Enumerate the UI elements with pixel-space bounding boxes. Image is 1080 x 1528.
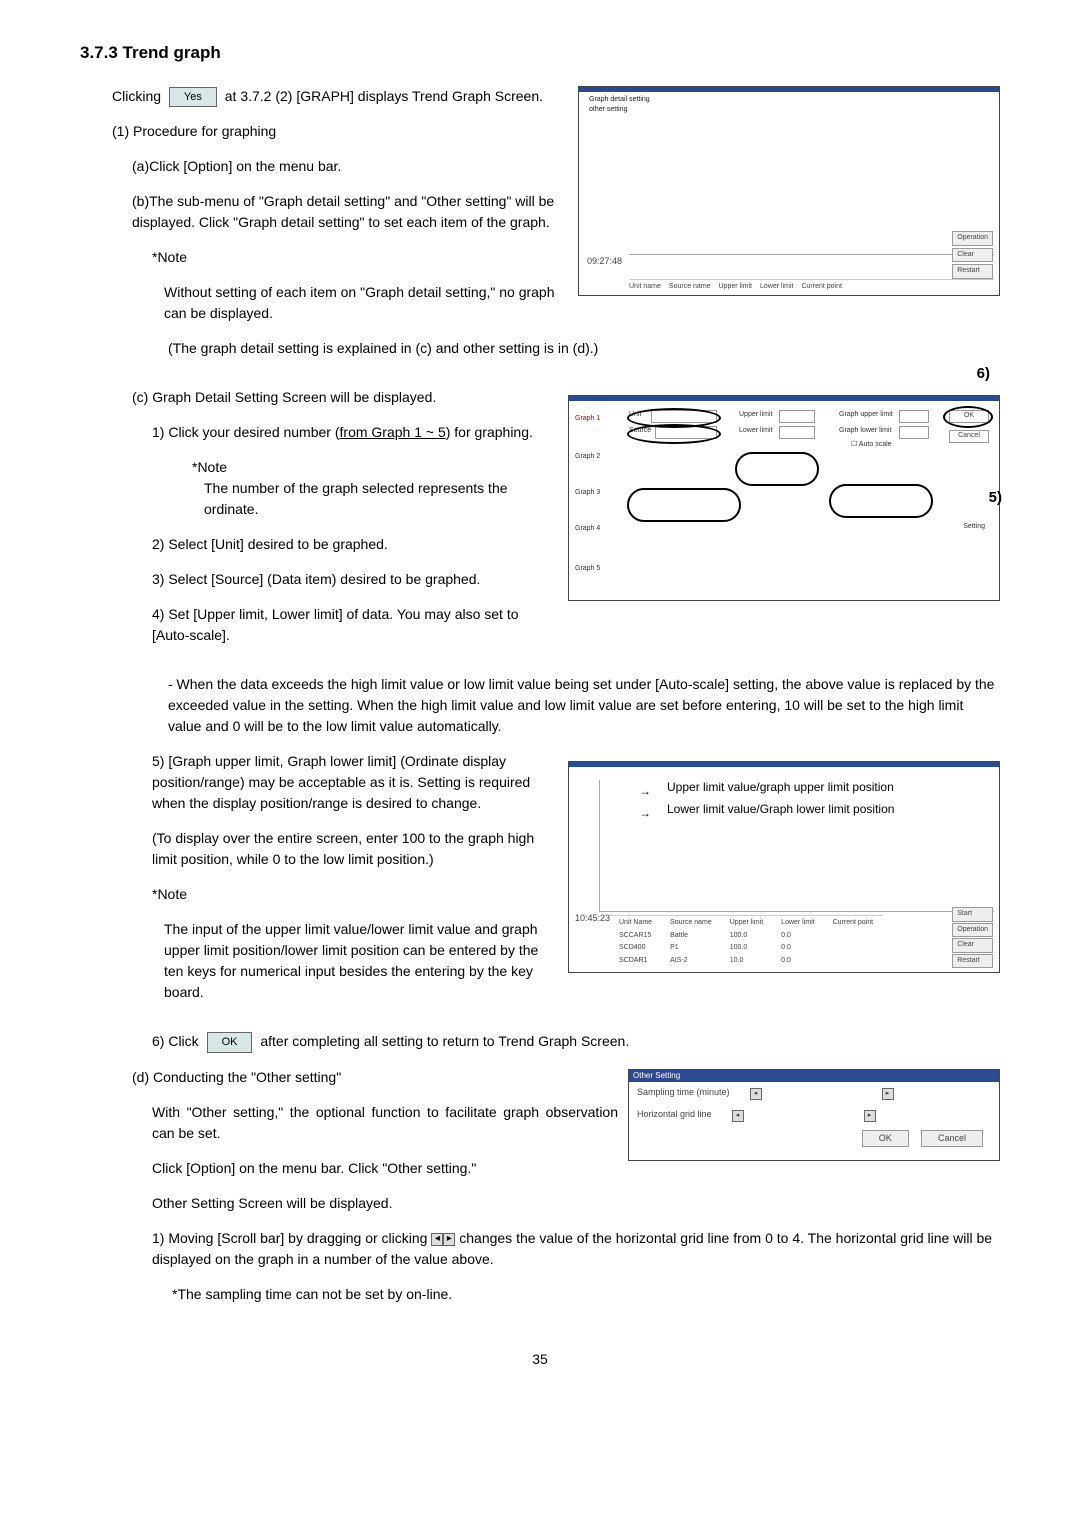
table-row: SCDAR1AIS-210.00.0 — [611, 956, 881, 967]
hdr-unit: Unit Name — [611, 918, 660, 929]
step-c2: 2) Select [Unit] desired to be graphed. — [152, 534, 562, 555]
step-c4: 4) Set [Upper limit, Lower limit] of dat… — [152, 604, 562, 646]
c1-note-body: The number of the graph selected represe… — [204, 478, 562, 520]
restart2-button[interactable]: Restart — [952, 954, 993, 969]
table-row: SCD400P1100.00.0 — [611, 943, 881, 954]
graph-upper-field[interactable] — [899, 410, 929, 423]
c5-note-body: The input of the upper limit value/lower… — [164, 919, 592, 1003]
option-submenu: Graph detail setting other setting — [589, 95, 650, 116]
other-ok-button[interactable]: OK — [862, 1130, 909, 1148]
hdr-current: Current point — [825, 918, 881, 929]
clear2-button[interactable]: Clear — [952, 938, 993, 953]
scroll-right-icon[interactable]: ▸ — [443, 1233, 455, 1246]
yes-button[interactable]: Yes — [169, 87, 217, 108]
trend-with-limits-screenshot: → Upper limit value/graph upper limit po… — [568, 761, 1000, 973]
step-c6: 6) Click OK after completing all setting… — [152, 1031, 1000, 1053]
c5-note-label: *Note — [152, 884, 592, 905]
trend-graph-screenshot: Graph detail setting other setting 09:27… — [578, 86, 1000, 296]
other-setting-title: Other Setting — [629, 1070, 999, 1082]
col-lower: Lower limit — [760, 282, 793, 293]
scroll-right-icon[interactable]: ▸ — [864, 1110, 876, 1122]
sampling-time-label: Sampling time (minute) — [637, 1086, 730, 1100]
autoscale-explain: - When the data exceeds the high limit v… — [168, 674, 1000, 737]
lower-limit-label: Lower limit — [739, 426, 772, 437]
section-heading: 3.7.3 Trend graph — [80, 40, 1000, 66]
hdr-upper: Upper limit — [722, 918, 771, 929]
step-b: (b)The sub-menu of "Graph detail setting… — [132, 191, 602, 233]
graph3-tab[interactable]: Graph 3 — [575, 488, 600, 499]
graph5-tab[interactable]: Graph 5 — [575, 564, 600, 575]
hdr-lower: Lower limit — [773, 918, 822, 929]
step-c-head: (c) Graph Detail Setting Screen will be … — [132, 387, 562, 408]
timestamp-label: 09:27:48 — [587, 255, 622, 269]
cancel-button[interactable]: Cancel — [949, 430, 989, 443]
step-c1: 1) Click your desired number (from Graph… — [152, 422, 562, 443]
scroll-left-icon[interactable]: ◂ — [732, 1110, 744, 1122]
col-upper: Upper limit — [719, 282, 752, 293]
scroll-right-icon[interactable]: ▸ — [882, 1088, 894, 1100]
col-source: Source name — [669, 282, 711, 293]
d-body1: With "Other setting," the optional funct… — [152, 1102, 642, 1144]
upper-limit-annotation: Upper limit value/graph upper limit posi… — [667, 778, 894, 796]
note-label: *Note — [152, 247, 592, 268]
intro-suffix: at 3.7.2 (2) [GRAPH] displays Trend Grap… — [225, 88, 543, 104]
hdr-source: Source name — [662, 918, 720, 929]
table-row: SCCAR15Battle100.00.0 — [611, 931, 881, 942]
d1-note: *The sampling time can not be set by on-… — [172, 1284, 1000, 1305]
autoscale-label: ☐ Auto scale — [851, 440, 892, 451]
page-number: 35 — [80, 1349, 1000, 1370]
step-c5: 5) [Graph upper limit, Graph lower limit… — [152, 751, 592, 814]
upper-limit-label: Upper limit — [739, 410, 772, 421]
operation2-button[interactable]: Operation — [952, 923, 993, 938]
note1-body2: (The graph detail setting is explained i… — [168, 338, 1000, 359]
scroll-left-icon[interactable]: ◂ — [750, 1088, 762, 1100]
setting-label: Setting — [963, 522, 985, 533]
graph-lower-field[interactable] — [899, 426, 929, 439]
horizontal-gridline-label: Horizontal grid line — [637, 1108, 712, 1122]
step-d1: 1) Moving [Scroll bar] by dragging or cl… — [152, 1228, 1000, 1270]
lower-limit-field[interactable] — [779, 426, 815, 439]
graph-lower-label: Graph lower limit — [839, 426, 892, 437]
upper-limit-field[interactable] — [779, 410, 815, 423]
timestamp2-label: 10:45:23 — [575, 912, 610, 926]
start-button[interactable]: Start — [952, 907, 993, 922]
c1-note-label: *Note — [192, 457, 562, 478]
callout-6: 6) — [977, 363, 990, 386]
graph-detail-setting-screenshot: Graph 1 Graph 2 Graph 3 Graph 4 Graph 5 … — [568, 395, 1000, 601]
graph2-tab[interactable]: Graph 2 — [575, 452, 600, 463]
col-unit: Unit name — [629, 282, 661, 293]
scroll-left-icon[interactable]: ◂ — [431, 1233, 443, 1246]
intro-prefix: Clicking — [112, 88, 161, 104]
graph1-tab[interactable]: Graph 1 — [575, 414, 600, 425]
clear-button[interactable]: Clear — [952, 248, 993, 263]
step-c3: 3) Select [Source] (Data item) desired t… — [152, 569, 562, 590]
d-body3: Other Setting Screen will be displayed. — [152, 1193, 642, 1214]
lower-limit-annotation: Lower limit value/Graph lower limit posi… — [667, 800, 894, 818]
graph-upper-label: Graph upper limit — [839, 410, 893, 421]
ok-button-inline[interactable]: OK — [207, 1032, 253, 1053]
restart-button[interactable]: Restart — [952, 264, 993, 279]
operation-button[interactable]: Operation — [952, 231, 993, 246]
step-c5b: (To display over the entire screen, ente… — [152, 828, 592, 870]
graph4-tab[interactable]: Graph 4 — [575, 524, 600, 535]
callout-5: 5) — [989, 487, 1002, 510]
other-cancel-button[interactable]: Cancel — [921, 1130, 983, 1148]
col-current: Current point — [801, 282, 841, 293]
d-body2: Click [Option] on the menu bar. Click "O… — [152, 1158, 642, 1179]
note1-body1: Without setting of each item on "Graph d… — [164, 282, 592, 324]
other-setting-screenshot: Other Setting Sampling time (minute) ◂▸ … — [628, 1069, 1000, 1161]
